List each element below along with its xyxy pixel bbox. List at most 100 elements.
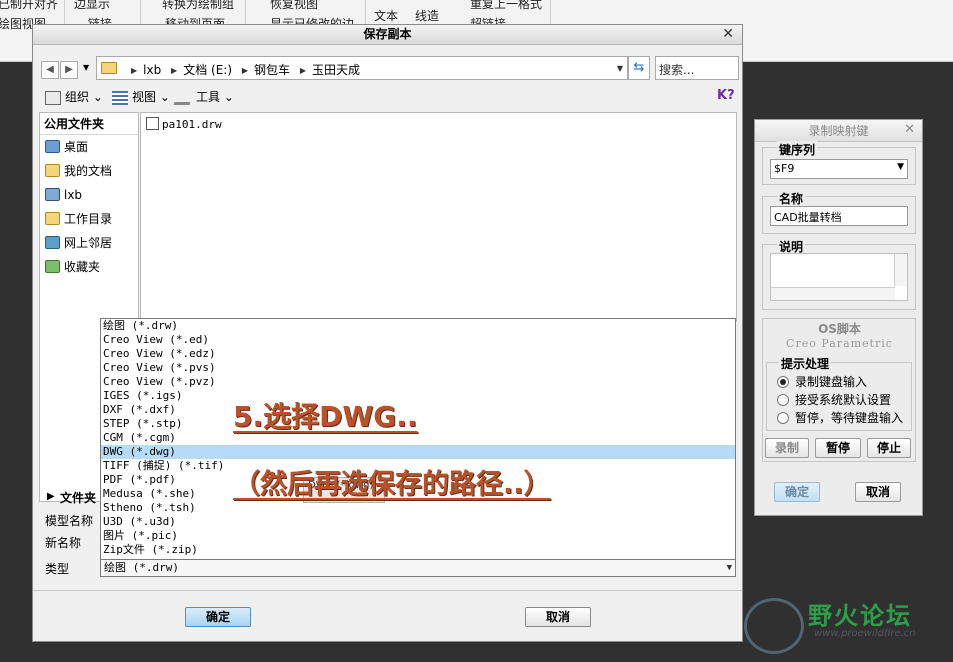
file-type-dropdown-list: 绘图 (*.drw) Creo View (*.ed) Creo View (*…: [100, 318, 736, 560]
address-bar[interactable]: ▶ lxb ▶ 文档 (E:) ▶ 钢包车 ▶ 玉田天成 ▼: [96, 56, 628, 80]
type-option[interactable]: 图片 (*.pic): [101, 529, 735, 543]
documents-icon: [45, 164, 60, 177]
name-label: 名称: [777, 190, 806, 207]
search-input[interactable]: 搜索...: [655, 56, 739, 80]
model-name-label: 模型名称: [45, 514, 94, 528]
radio-pause-wait[interactable]: 暂停，等待键盘输入: [777, 409, 903, 426]
file-list-pane: pa101.drw: [140, 112, 737, 322]
type-option[interactable]: Stheno (*.tsh): [101, 501, 735, 515]
creo-label: Creo Parametric: [786, 337, 893, 350]
type-option[interactable]: DXF (*.dxf): [101, 403, 735, 417]
view-menu[interactable]: 视图 ⌄: [112, 88, 170, 105]
vertical-scrollbar[interactable]: [894, 254, 907, 286]
back-button[interactable]: ◀: [41, 61, 59, 79]
ok-button[interactable]: 确定: [185, 607, 251, 627]
ribbon-item[interactable]: 恢复视图: [270, 0, 318, 12]
key-seq-select[interactable]: $F9 ▼: [770, 159, 908, 179]
record-mapkey-panel: 录制映射键 ✕ 键序列 $F9 ▼ 名称 CAD批量转档 说明 OS脚本 Creo…: [754, 119, 923, 516]
type-option[interactable]: STEP (*.stp): [101, 417, 735, 431]
organize-icon: [45, 90, 61, 105]
breadcrumb-item[interactable]: 玉田天成: [312, 63, 360, 77]
chevron-down-icon[interactable]: ▼: [897, 162, 904, 172]
tools-icon: [173, 90, 195, 105]
dialog-button-bar: 确定 取消: [33, 590, 742, 642]
description-textarea[interactable]: [770, 253, 908, 301]
type-label: 类型: [45, 562, 70, 576]
type-option[interactable]: Creo View (*.edz): [101, 347, 735, 361]
recent-dropdown-icon[interactable]: ▼: [83, 63, 89, 72]
panel-ok-button[interactable]: 确定: [774, 482, 820, 502]
chevron-down-icon[interactable]: ▼: [727, 560, 732, 576]
file-type-select[interactable]: 绘图 (*.drw) ▼: [100, 559, 736, 577]
panel-cancel-button[interactable]: 取消: [855, 482, 901, 502]
type-option[interactable]: Creo View (*.ed): [101, 333, 735, 347]
sidebar-item-network[interactable]: 网上邻居: [40, 231, 138, 255]
type-option[interactable]: Creo View (*.pvz): [101, 375, 735, 389]
sidebar-item-favorites[interactable]: 收藏夹: [40, 255, 138, 279]
favorites-icon: [45, 260, 60, 273]
annotation-step: 5.选择DWG..: [233, 400, 418, 433]
name-input[interactable]: CAD批量转档: [770, 206, 908, 226]
ribbon-item[interactable]: 已制开对齐: [0, 0, 58, 12]
cancel-button[interactable]: 取消: [525, 607, 591, 627]
radio-button[interactable]: [777, 376, 789, 388]
ribbon-item[interactable]: 边显示: [74, 0, 110, 12]
watermark-title: 野火论坛: [808, 602, 912, 630]
radio-accept-defaults[interactable]: 接受系统默认设置: [777, 391, 891, 408]
type-option[interactable]: U3D (*.u3d): [101, 515, 735, 529]
type-option[interactable]: Zip文件 (*.zip): [101, 543, 735, 557]
watermark-url: www.proewildfire.cn: [814, 628, 916, 639]
forum-logo-icon: [744, 598, 804, 654]
close-icon[interactable]: ✕: [904, 122, 915, 137]
panel-title: 录制映射键: [755, 120, 922, 142]
chevron-down-icon[interactable]: ▼: [617, 64, 623, 73]
sidebar-header: 公用文件夹: [40, 113, 138, 135]
sidebar-item-lxb[interactable]: lxb: [40, 183, 138, 207]
radio-button[interactable]: [777, 394, 789, 406]
close-icon[interactable]: ✕: [722, 26, 734, 42]
type-option[interactable]: Creo View (*.pvs): [101, 361, 735, 375]
drawing-file-icon: [146, 117, 159, 130]
expand-icon[interactable]: ▶: [47, 491, 55, 502]
radio-record-keyboard[interactable]: 录制键盘输入: [777, 373, 867, 390]
sidebar-item-documents[interactable]: 我的文档: [40, 159, 138, 183]
prompt-label: 提示处理: [779, 355, 832, 372]
stop-button[interactable]: 停止: [867, 438, 911, 458]
breadcrumb-item[interactable]: 钢包车: [254, 63, 290, 77]
help-icon[interactable]: K?: [717, 88, 735, 103]
ribbon-item[interactable]: 转换为绘制组: [162, 0, 234, 12]
sidebar-item-desktop[interactable]: 桌面: [40, 135, 138, 159]
ribbon-item[interactable]: 重复上一格式: [470, 0, 542, 12]
type-option[interactable]: 绘图 (*.drw): [101, 319, 735, 333]
forward-button[interactable]: ▶: [60, 61, 78, 79]
radio-button[interactable]: [777, 412, 789, 424]
folder-section-label: 文件夹: [60, 491, 97, 505]
watermark: 野火论坛 www.proewildfire.cn: [744, 596, 953, 662]
ribbon-item[interactable]: 线造: [415, 7, 439, 24]
type-option-selected[interactable]: DWG (*.dwg): [101, 445, 735, 459]
horizontal-scrollbar[interactable]: [771, 287, 895, 300]
type-option[interactable]: CGM (*.cgm): [101, 431, 735, 445]
breadcrumb: ▶ lxb ▶ 文档 (E:) ▶ 钢包车 ▶ 玉田天成: [131, 63, 361, 77]
folder-icon: [101, 62, 117, 74]
type-option[interactable]: IGES (*.igs): [101, 389, 735, 403]
key-seq-label: 键序列: [777, 141, 818, 158]
working-dir-icon: [45, 212, 60, 225]
annotation-note: （然后再选保存的路径..）: [233, 469, 551, 500]
pause-button[interactable]: 暂停: [815, 438, 861, 458]
dialog-title: 保存副本: [33, 25, 742, 45]
desktop-icon: [45, 140, 60, 153]
view-icon: [112, 90, 128, 105]
refresh-button[interactable]: ⇆: [628, 56, 650, 80]
organize-menu[interactable]: 组织 ⌄: [45, 88, 103, 105]
new-name-label: 新名称: [45, 536, 82, 550]
record-button[interactable]: 录制: [765, 438, 809, 458]
os-script-label: OS脚本: [818, 322, 861, 336]
ribbon-item[interactable]: 文本: [374, 7, 398, 24]
breadcrumb-item[interactable]: lxb: [143, 63, 161, 77]
sidebar-item-working-dir[interactable]: 工作目录: [40, 207, 138, 231]
computer-icon: [45, 188, 60, 201]
breadcrumb-item[interactable]: 文档 (E:): [183, 63, 232, 77]
tools-menu[interactable]: 工具 ⌄: [173, 88, 234, 105]
file-item[interactable]: pa101.drw: [146, 117, 222, 131]
